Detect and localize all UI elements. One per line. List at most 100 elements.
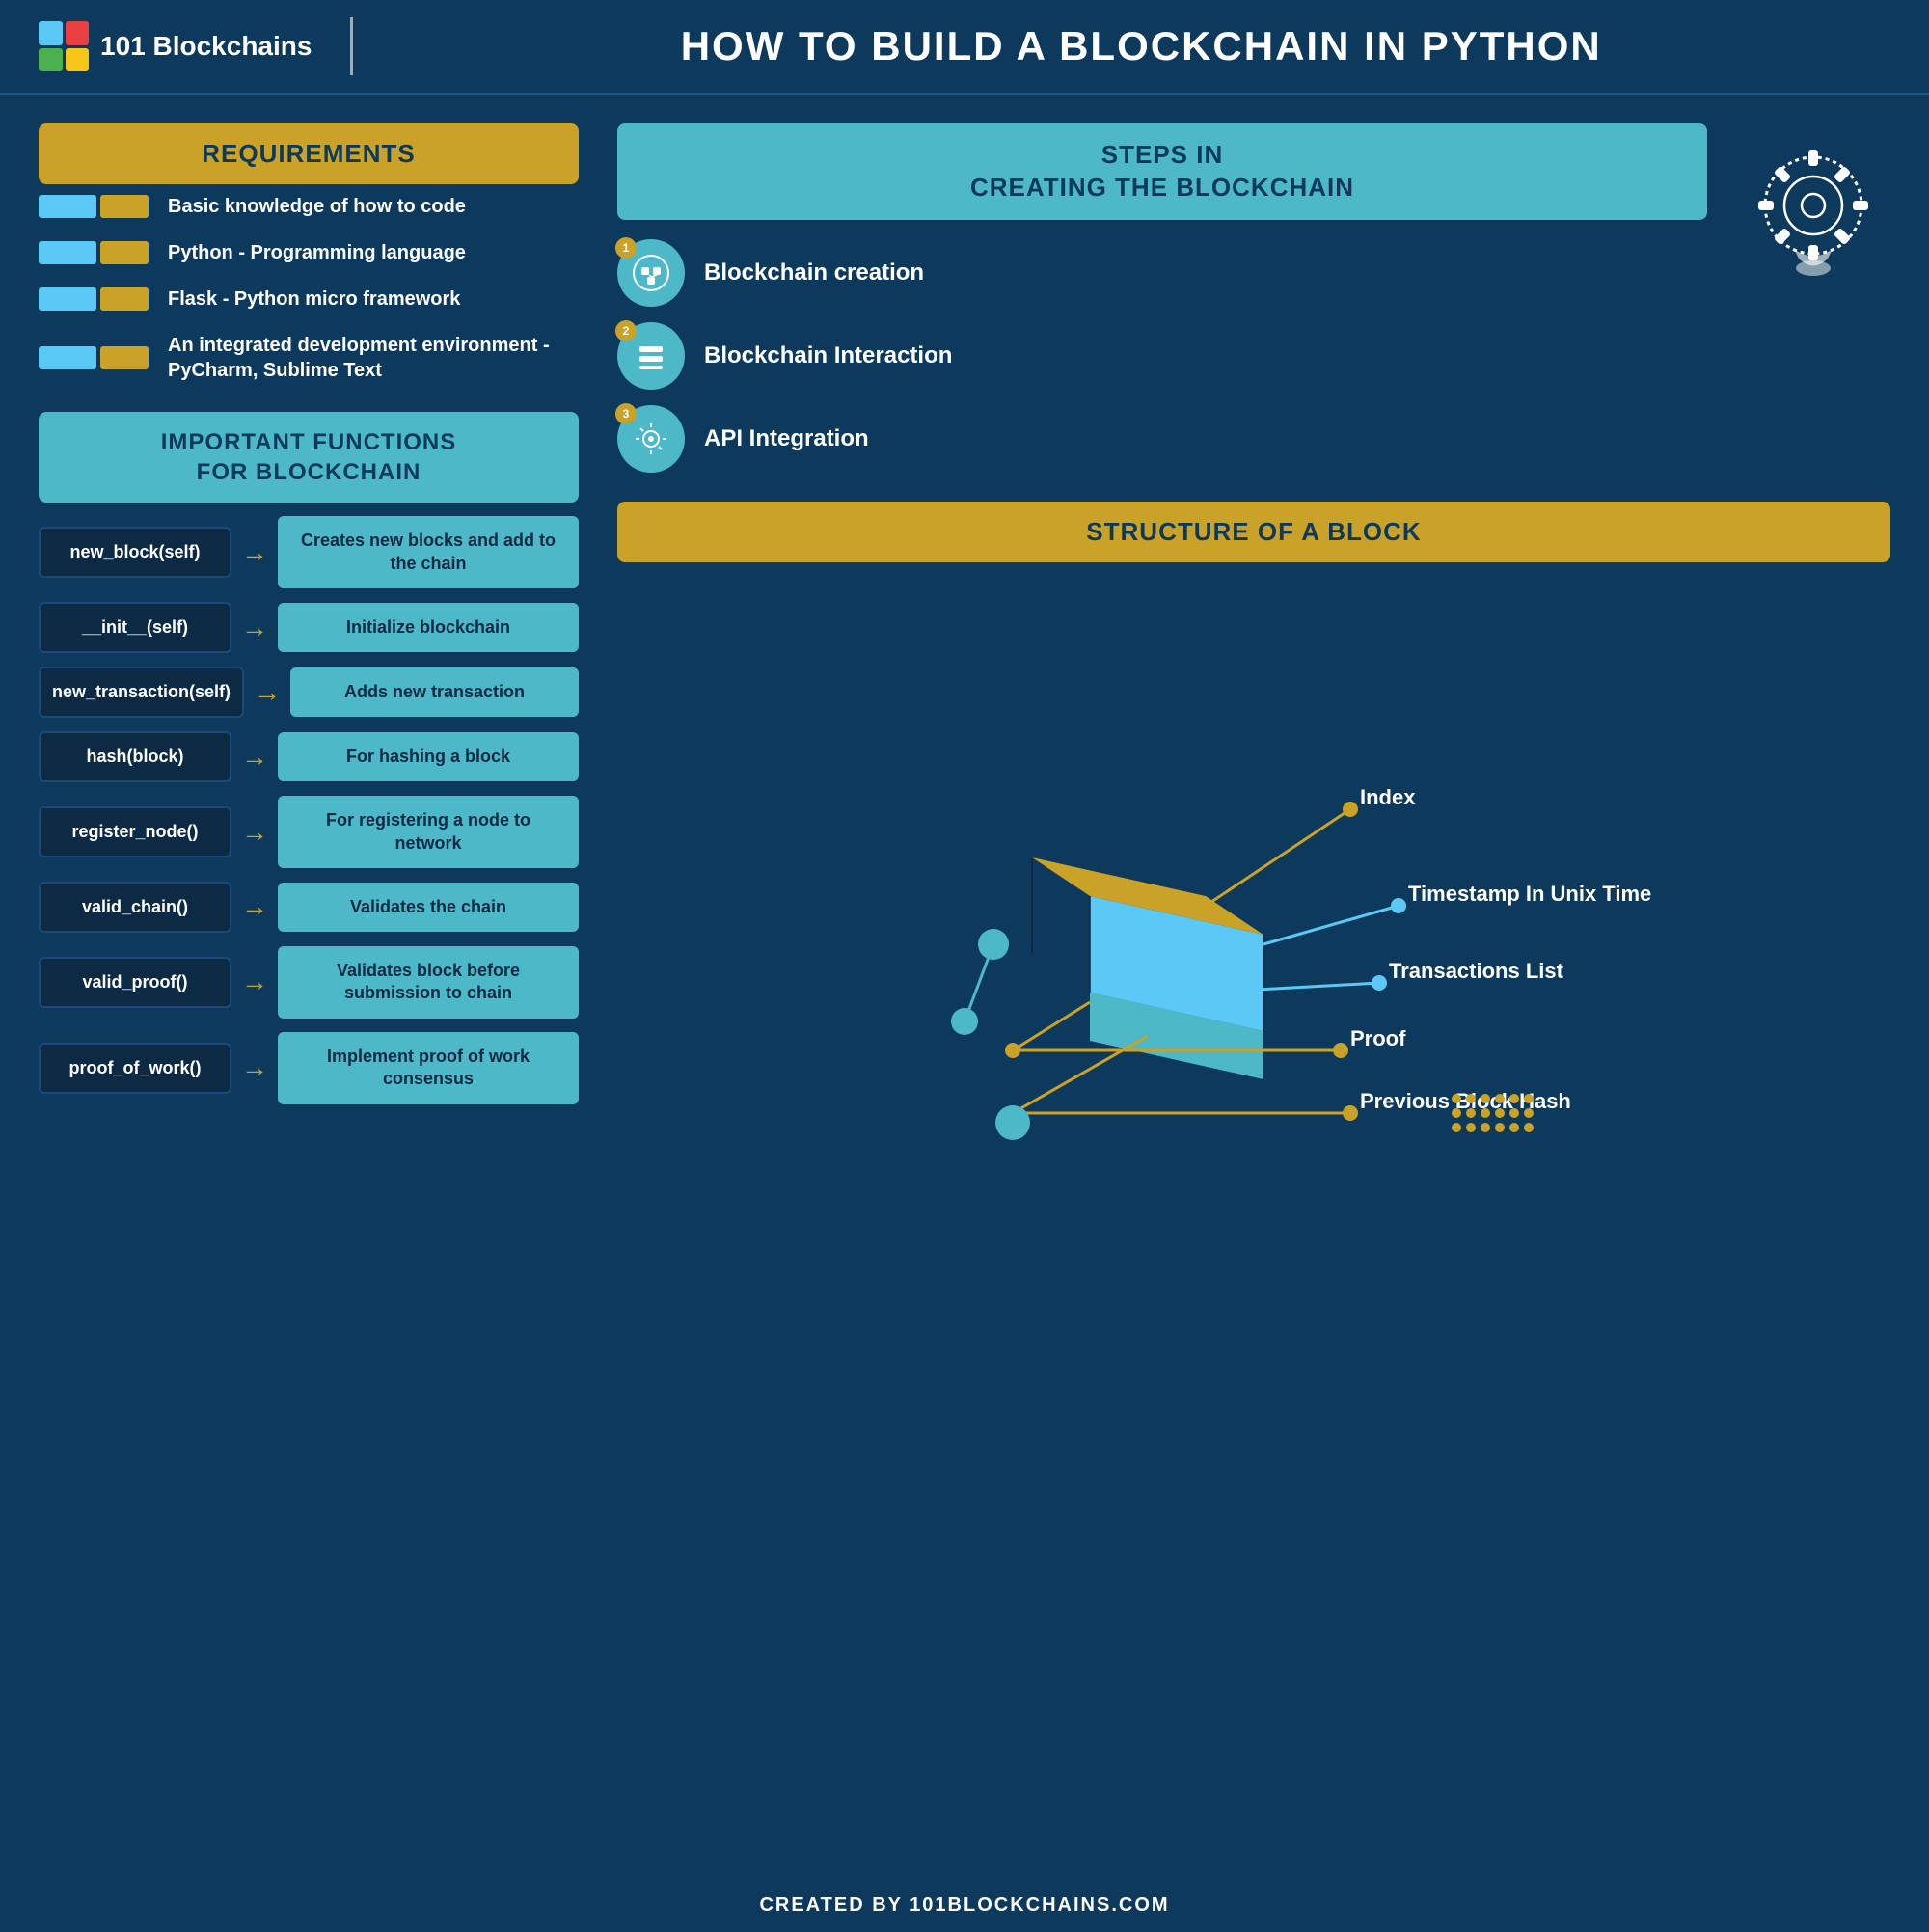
step-item: 3 API Int	[617, 405, 1707, 473]
step-item: 1 Blockchain creation	[617, 239, 1707, 307]
func-row: new_transaction(self) → Adds new transac…	[39, 667, 579, 718]
structure-title: STRUCTURE OF A BLOCK	[1086, 517, 1421, 546]
block-diagram: Index Timestamp In Unix Time Transaction…	[617, 578, 1890, 1850]
step-label: Blockchain creation	[704, 259, 924, 286]
func-name: proof_of_work()	[69, 1058, 202, 1077]
gear-decoration	[1736, 123, 1890, 473]
func-row: __init__(self) → Initialize blockchain	[39, 602, 579, 653]
func-desc: Validates block before submission to cha…	[337, 961, 520, 1002]
func-desc: Adds new transaction	[344, 682, 525, 701]
arrow-icon: →	[241, 537, 268, 568]
func-desc: Creates new blocks and add to the chain	[301, 531, 556, 572]
step-icon-circle: 2	[617, 322, 685, 390]
req-bar	[39, 346, 149, 369]
bar-yellow	[100, 195, 149, 218]
footer: CREATED BY 101BLOCKCHAINS.COM	[0, 1879, 1929, 1932]
step-number: 2	[615, 320, 637, 341]
header: 101 Blockchains HOW TO BUILD A BLOCKCHAI…	[0, 0, 1929, 95]
func-row: proof_of_work() → Implement proof of wor…	[39, 1032, 579, 1104]
func-name: __init__(self)	[82, 617, 188, 637]
logo-area: 101 Blockchains	[39, 21, 312, 71]
label-index: Index	[1360, 785, 1416, 809]
func-desc: For hashing a block	[346, 747, 510, 766]
api-integration-icon	[632, 420, 670, 458]
block-structure-svg: Index Timestamp In Unix Time Transaction…	[617, 578, 1890, 1176]
gear-icon	[1741, 133, 1886, 278]
label-timestamp: Timestamp In Unix Time	[1408, 882, 1651, 906]
structure-section: STRUCTURE OF A BLOCK	[617, 502, 1890, 1850]
logo-icon	[39, 21, 89, 71]
func-desc-box: Validates block before submission to cha…	[278, 946, 579, 1019]
label-transactions: Transactions List	[1389, 959, 1564, 983]
func-desc-box: Validates the chain	[278, 883, 579, 932]
requirements-section: REQUIREMENTS Basic knowledge of how to c…	[39, 123, 579, 383]
bar-yellow	[100, 287, 149, 311]
func-desc: Validates the chain	[350, 897, 506, 916]
arrow-icon: →	[241, 742, 268, 773]
func-name: new_block(self)	[69, 542, 200, 561]
func-row: valid_chain() → Validates the chain	[39, 882, 579, 933]
right-top: STEPS INCREATING THE BLOCKCHAIN 1	[617, 123, 1890, 473]
func-row: register_node() → For registering a node…	[39, 796, 579, 868]
step-item: 2 Blockchain Interaction	[617, 322, 1707, 390]
label-prev-hash: Previous Block Hash	[1360, 1089, 1571, 1113]
steps-area: STEPS INCREATING THE BLOCKCHAIN 1	[617, 123, 1707, 473]
requirements-header: REQUIREMENTS	[39, 123, 579, 184]
header-divider	[350, 17, 353, 75]
list-item: An integrated development environment - …	[39, 333, 579, 383]
main-content: REQUIREMENTS Basic knowledge of how to c…	[0, 95, 1929, 1879]
right-column: STEPS INCREATING THE BLOCKCHAIN 1	[579, 123, 1890, 1850]
arrow-icon: →	[241, 1052, 268, 1083]
func-desc: Implement proof of work consensus	[327, 1047, 530, 1088]
requirements-title: REQUIREMENTS	[202, 139, 415, 168]
logo-sq-yellow	[66, 48, 90, 72]
left-column: REQUIREMENTS Basic knowledge of how to c…	[39, 123, 579, 1850]
steps-header: STEPS INCREATING THE BLOCKCHAIN	[617, 123, 1707, 220]
steps-title: STEPS INCREATING THE BLOCKCHAIN	[970, 140, 1354, 202]
func-name-box: hash(block)	[39, 731, 231, 782]
logo-sq-red	[66, 21, 90, 45]
func-name: valid_proof()	[82, 972, 187, 992]
req-bar	[39, 241, 149, 264]
functions-header: IMPORTANT FUNCTIONSFOR BLOCKCHAIN	[39, 412, 579, 503]
logo-sq-blue	[39, 21, 63, 45]
requirements-list: Basic knowledge of how to code Python - …	[39, 194, 579, 383]
arrow-icon: →	[241, 891, 268, 922]
bar-blue	[39, 287, 96, 311]
req-bar	[39, 287, 149, 311]
list-item: Flask - Python micro framework	[39, 286, 579, 312]
func-desc-box: Adds new transaction	[290, 667, 579, 717]
func-name-box: __init__(self)	[39, 602, 231, 653]
step-icon-circle: 1	[617, 239, 685, 307]
func-name: hash(block)	[86, 747, 183, 766]
func-desc-box: Creates new blocks and add to the chain	[278, 516, 579, 588]
arrow-icon: →	[241, 966, 268, 997]
blockchain-creation-icon	[632, 254, 670, 292]
func-desc: For registering a node to network	[326, 810, 530, 852]
req-text: Basic knowledge of how to code	[168, 194, 466, 219]
arrow-icon: →	[241, 612, 268, 643]
func-name-box: new_transaction(self)	[39, 667, 244, 718]
func-desc: Initialize blockchain	[346, 617, 510, 637]
arrow-icon: →	[254, 677, 281, 708]
func-row: new_block(self) → Creates new blocks and…	[39, 516, 579, 588]
func-desc-box: For registering a node to network	[278, 796, 579, 868]
label-proof: Proof	[1350, 1026, 1406, 1050]
func-name-box: proof_of_work()	[39, 1043, 231, 1094]
func-desc-box: Initialize blockchain	[278, 603, 579, 652]
func-name-box: valid_proof()	[39, 957, 231, 1008]
step-label: Blockchain Interaction	[704, 342, 952, 369]
func-row: valid_proof() → Validates block before s…	[39, 946, 579, 1019]
req-bar	[39, 195, 149, 218]
list-item: Python - Programming language	[39, 240, 579, 265]
func-desc-box: For hashing a block	[278, 732, 579, 781]
req-text: Python - Programming language	[168, 240, 466, 265]
footer-text: CREATED BY 101BLOCKCHAINS.COM	[759, 1894, 1169, 1916]
arrow-icon: →	[241, 817, 268, 848]
bar-blue	[39, 346, 96, 369]
func-name: register_node()	[71, 822, 198, 841]
logo-sq-green	[39, 48, 63, 72]
step-number: 1	[615, 237, 637, 259]
functions-title: IMPORTANT FUNCTIONSFOR BLOCKCHAIN	[161, 429, 457, 485]
func-desc-box: Implement proof of work consensus	[278, 1032, 579, 1104]
